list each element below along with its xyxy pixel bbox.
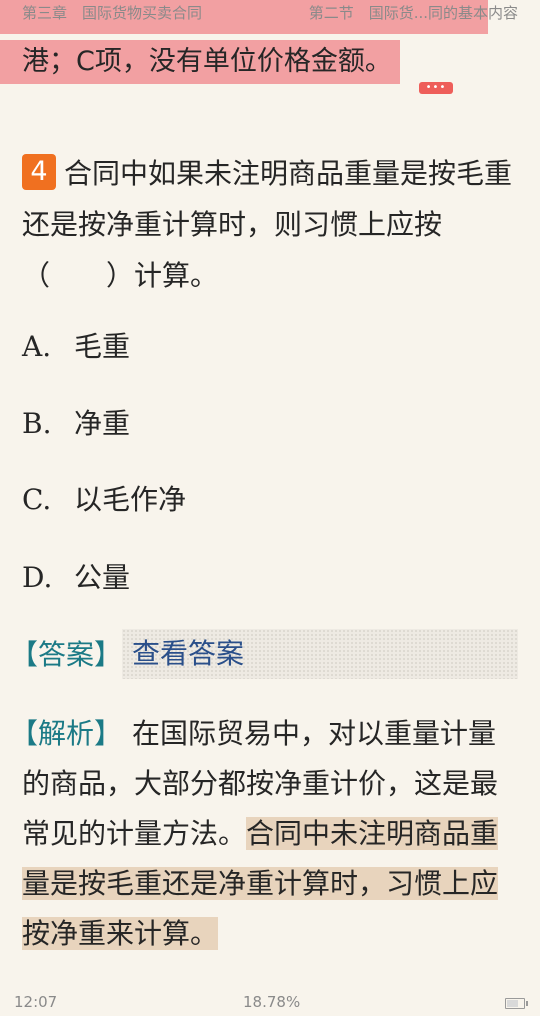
option-letter: D. <box>22 561 53 594</box>
answer-label: 【答案】 <box>10 638 123 671</box>
option-text: 净重 <box>74 407 131 440</box>
chapter-title: 第三章 国际货物买卖合同 <box>22 4 203 22</box>
analysis-label: 【解析】 <box>10 717 123 750</box>
previous-highlighted-text[interactable]: 港；C项，没有单位价格金额。 <box>0 40 400 84</box>
analysis-block: 【解析】 在国际贸易中，对以重量计量的商品，大部分都按净重计价，这是最常见的计量方… <box>10 709 522 959</box>
battery-icon <box>505 998 528 1009</box>
option-text: 毛重 <box>74 330 131 363</box>
battery-tip <box>526 1001 528 1006</box>
chapter-header: 第三章 国际货物买卖合同 第二节 国际货...同的基本内容 <box>0 0 540 24</box>
option-letter: A. <box>22 330 52 363</box>
option-c[interactable]: C. 以毛作净 <box>22 480 186 520</box>
section-title: 第二节 国际货...同的基本内容 <box>308 4 518 22</box>
option-text: 以毛作净 <box>74 483 187 516</box>
option-d[interactable]: D. 公量 <box>22 558 130 598</box>
battery-fill <box>507 1000 518 1007</box>
option-letter: B. <box>22 407 52 440</box>
question-number-badge: 4 <box>22 154 56 190</box>
question-text: 合同中如果未注明商品重量是按毛重还是按净重计算时，则习惯上应按（ ）计算。 <box>22 157 513 292</box>
reader-status-bar: 12:07 18.78% <box>0 990 540 1016</box>
more-options-button[interactable]: ••• <box>419 82 453 94</box>
option-letter: C. <box>22 483 52 516</box>
clock: 12:07 <box>14 993 58 1011</box>
view-answer-link[interactable]: 查看答案 <box>132 634 244 674</box>
option-a[interactable]: A. 毛重 <box>22 327 130 367</box>
option-text: 公量 <box>74 561 131 594</box>
reading-progress: 18.78% <box>243 993 301 1011</box>
question-block: 4 合同中如果未注明商品重量是按毛重还是按净重计算时，则习惯上应按（ ）计算。 <box>22 148 522 301</box>
option-b[interactable]: B. 净重 <box>22 404 130 444</box>
answer-reveal-box[interactable]: 查看答案 <box>122 629 518 679</box>
